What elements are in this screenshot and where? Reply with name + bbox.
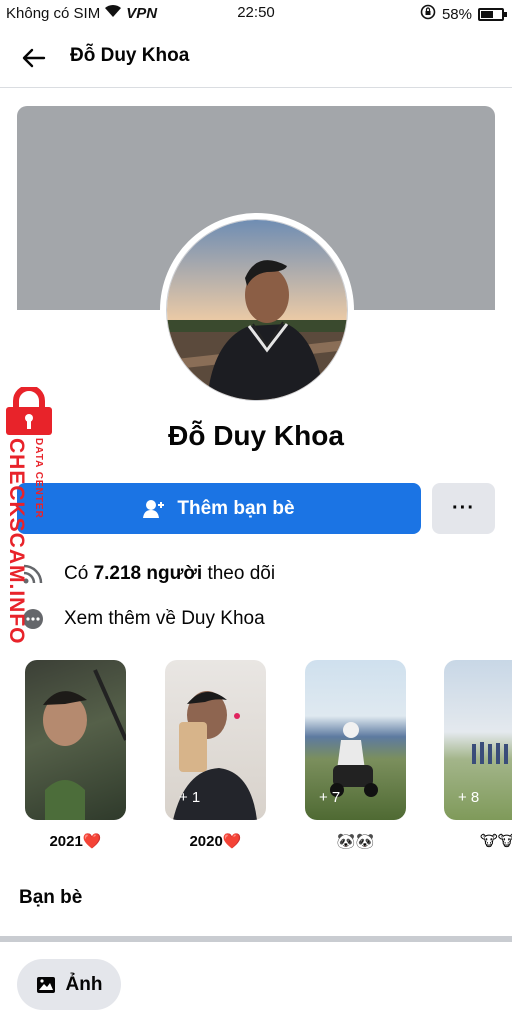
profile-name: Đỗ Duy Khoa xyxy=(168,420,344,451)
highlight-2021[interactable] xyxy=(25,660,126,820)
status-right: 58% xyxy=(420,4,507,24)
watermark-subtext: DATA CENTER xyxy=(33,438,44,519)
add-friend-label: Thêm bạn bè xyxy=(177,497,295,519)
highlight-label: 🐼🐼 xyxy=(336,833,375,850)
add-friend-button[interactable]: Thêm bạn bè xyxy=(17,483,421,534)
back-arrow-icon xyxy=(22,48,46,68)
followers-text: Có 7.218 người theo dõi xyxy=(64,563,276,584)
header-title: Đỗ Duy Khoa xyxy=(70,45,190,66)
profile-avatar[interactable] xyxy=(160,213,354,407)
highlight-2020[interactable]: + 1 xyxy=(165,660,266,820)
add-friend-icon xyxy=(143,499,165,518)
padlock-icon xyxy=(6,387,52,435)
battery-percent: 58% xyxy=(441,5,472,23)
rotation-lock-icon xyxy=(420,4,436,24)
photos-icon xyxy=(36,976,55,993)
highlight-cow[interactable]: + 8 xyxy=(444,660,512,820)
see-more-text: Xem thêm về Duy Khoa xyxy=(64,608,265,629)
friends-section-title: Bạn bè xyxy=(19,887,83,908)
highlight-panda[interactable]: + 7 xyxy=(305,660,406,820)
more-icon: ··· xyxy=(452,497,475,519)
photos-label: Ảnh xyxy=(65,973,103,995)
more-options-button[interactable]: ··· xyxy=(432,483,495,534)
highlight-label: 2021❤️ xyxy=(49,833,102,850)
highlight-label: 2020❤️ xyxy=(189,833,242,850)
back-button[interactable] xyxy=(16,42,52,74)
top-app-bar: Đỗ Duy Khoa xyxy=(0,28,512,88)
status-bar: Không có SIM VPN 22:50 58% xyxy=(0,0,512,28)
followers-count: 7.218 người xyxy=(93,563,203,584)
highlight-label: 🐮🐮 xyxy=(480,833,512,850)
section-divider xyxy=(0,936,512,942)
watermark-text: CHECKSCAM.INFO xyxy=(5,438,28,645)
avatar-image xyxy=(167,220,347,400)
photos-tab-chip[interactable]: Ảnh xyxy=(17,959,121,1010)
battery-icon xyxy=(478,7,507,21)
